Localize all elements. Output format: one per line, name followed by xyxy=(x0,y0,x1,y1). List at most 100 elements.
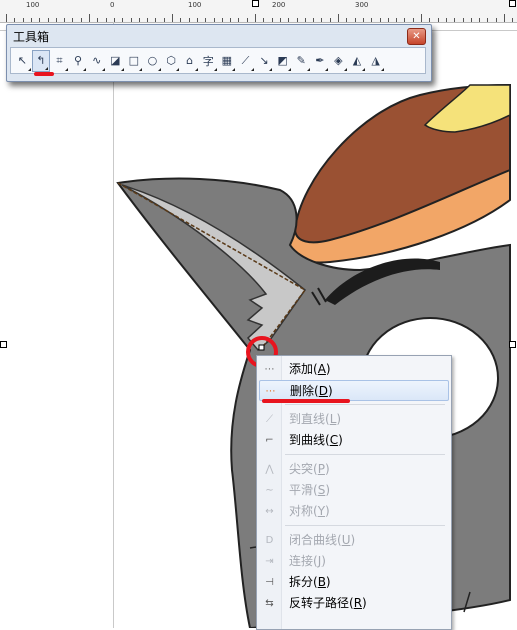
flyout-indicator xyxy=(325,67,329,71)
tool-button[interactable]: ↰ xyxy=(31,49,51,72)
flyout-indicator xyxy=(101,67,105,71)
dimension-tool-icon: ⟋ xyxy=(241,53,250,67)
flyout-indicator xyxy=(64,67,68,71)
menu-item-label: 拆分(B) xyxy=(289,575,331,589)
menu-item-label: 对称(Y) xyxy=(289,504,330,518)
close-icon[interactable]: ✕ xyxy=(407,28,426,45)
cusp-icon: ⋀ xyxy=(265,464,274,475)
selection-handle[interactable] xyxy=(509,0,516,7)
toolbox-title: 工具箱 xyxy=(13,30,50,44)
reverse-subpath-icon: ⇆ xyxy=(265,598,274,609)
pick-tool-icon: ↖ xyxy=(17,54,27,67)
flyout-indicator xyxy=(287,67,291,71)
tool-button[interactable]: ⌗ xyxy=(50,50,69,72)
flyout-indicator xyxy=(45,66,49,70)
polygon-tool-icon: ⬡ xyxy=(166,54,176,67)
menu-item[interactable]: ⇥ 连接(J) xyxy=(259,551,449,572)
menu-item[interactable]: ⋯ 添加(A) xyxy=(259,359,449,380)
tool-button[interactable]: ⚲ xyxy=(69,50,88,72)
menu-item[interactable]: ⋯ 删除(D) xyxy=(259,380,449,401)
smooth-icon: ∼ xyxy=(265,485,274,496)
close-curve-icon: D xyxy=(265,535,274,546)
annotation-underline xyxy=(262,399,350,403)
menu-item[interactable]: ∼ 平滑(S) xyxy=(259,480,449,501)
toolbox-strip: ↖ ↰ ⌗ ⚲ ∿ ◪ □ ○ ⬡ ⌂ 字 ▦ ⟋ ↘ ◩ ✎ ✒ ◈ ◭ ◮ xyxy=(10,47,426,74)
tool-button[interactable]: ◮ xyxy=(366,50,385,72)
node-context-menu[interactable]: ⋯ 添加(A) ⋯ 删除(D) ⟋ 到直线(L) ⌐ 到曲线(C) ⋀ 尖突(P) ∼ 平滑(S) ↔ 对… xyxy=(256,355,452,630)
tool-button[interactable]: ◪ xyxy=(106,50,125,72)
flyout-indicator xyxy=(380,67,384,71)
symmetrical-icon: ↔ xyxy=(265,506,274,517)
flyout-indicator xyxy=(176,67,180,71)
menu-item-label: 闭合曲线(U) xyxy=(289,533,356,547)
freehand-tool-icon: ∿ xyxy=(92,54,102,67)
menu-item[interactable]: ⇆ 反转子路径(R) xyxy=(259,593,449,614)
tool-button[interactable]: ↘ xyxy=(255,50,274,72)
basic-shapes-tool-icon: ⌂ xyxy=(186,54,194,67)
flyout-indicator xyxy=(139,67,143,71)
tool-button[interactable]: □ xyxy=(125,50,144,72)
flyout-indicator xyxy=(194,67,198,71)
tool-button[interactable]: ◈ xyxy=(329,50,348,72)
tool-button[interactable]: ⌂ xyxy=(180,50,199,72)
blend-tool-icon: ◩ xyxy=(277,54,288,67)
tool-button[interactable]: ⬡ xyxy=(162,50,181,72)
flyout-indicator xyxy=(157,67,161,71)
to-line-icon: ⟋ xyxy=(266,414,273,425)
flyout-indicator xyxy=(27,67,31,71)
flyout-indicator xyxy=(362,67,366,71)
tool-button[interactable]: ✎ xyxy=(292,50,311,72)
menu-separator xyxy=(285,454,445,455)
flyout-indicator xyxy=(120,67,124,71)
flyout-indicator xyxy=(83,67,87,71)
selection-handle[interactable] xyxy=(509,341,516,348)
zoom-tool-icon: ⚲ xyxy=(74,54,83,67)
outline-tool-icon: ✒ xyxy=(315,54,325,67)
tool-button[interactable]: ◩ xyxy=(273,50,292,72)
tool-button[interactable]: 字 xyxy=(199,50,218,72)
menu-item[interactable]: ⊣ 拆分(B) xyxy=(259,572,449,593)
tool-button[interactable]: ○ xyxy=(143,50,162,72)
annotation-underline xyxy=(34,72,54,76)
menu-separator xyxy=(285,525,445,526)
interactive-fill-tool-icon: ◭ xyxy=(352,54,362,67)
table-tool-icon: ▦ xyxy=(221,54,233,67)
tool-button[interactable]: ✒ xyxy=(311,50,330,72)
tool-button[interactable]: ▦ xyxy=(218,50,237,72)
rectangle-tool-icon: □ xyxy=(128,54,140,67)
menu-separator xyxy=(285,404,445,405)
menu-item[interactable]: D 闭合曲线(U) xyxy=(259,530,449,551)
menu-item[interactable]: ⌐ 到曲线(C) xyxy=(259,430,449,451)
smart-fill-tool-icon: ◪ xyxy=(110,54,121,67)
toolbox-window[interactable]: 工具箱 ✕ ↖ ↰ ⌗ ⚲ ∿ ◪ □ ○ ⬡ ⌂ 字 ▦ ⟋ ↘ ◩ ✎ ✒ ◈ ◭ ◮ xyxy=(6,24,432,82)
menu-item-label: 到直线(L) xyxy=(289,412,342,426)
tool-button[interactable]: ∿ xyxy=(87,50,106,72)
flyout-indicator xyxy=(343,67,347,71)
crop-tool-icon: ⌗ xyxy=(56,53,63,67)
connector-tool-icon: ↘ xyxy=(259,54,269,67)
menu-item-label: 连接(J) xyxy=(289,554,326,568)
menu-item[interactable]: ↔ 对称(Y) xyxy=(259,501,449,522)
menu-item-label: 平滑(S) xyxy=(289,483,330,497)
selection-handle[interactable] xyxy=(0,341,7,348)
break-apart-icon: ⊣ xyxy=(265,577,274,588)
menu-item[interactable]: ⟋ 到直线(L) xyxy=(259,409,449,430)
selection-handle[interactable] xyxy=(252,0,259,7)
delete-node-icon: ⋯ xyxy=(265,386,276,397)
menu-item-label: 添加(A) xyxy=(289,362,331,376)
mesh-fill-tool-icon: ◮ xyxy=(371,54,380,67)
flyout-indicator xyxy=(232,67,236,71)
flyout-indicator xyxy=(269,67,273,71)
menu-item[interactable]: ⋀ 尖突(P) xyxy=(259,459,449,480)
shape-tool-icon: ↰ xyxy=(36,54,46,67)
flyout-indicator xyxy=(306,67,310,71)
tool-button[interactable]: ⟋ xyxy=(236,50,255,72)
menu-item-label: 到曲线(C) xyxy=(289,433,343,447)
add-node-icon: ⋯ xyxy=(264,364,275,375)
text-tool-icon: 字 xyxy=(202,54,214,68)
tool-button[interactable]: ◭ xyxy=(348,50,367,72)
flyout-indicator xyxy=(213,67,217,71)
menu-item-label: 反转子路径(R) xyxy=(289,596,367,610)
tool-button[interactable]: ↖ xyxy=(13,50,32,72)
join-icon: ⇥ xyxy=(265,556,274,567)
